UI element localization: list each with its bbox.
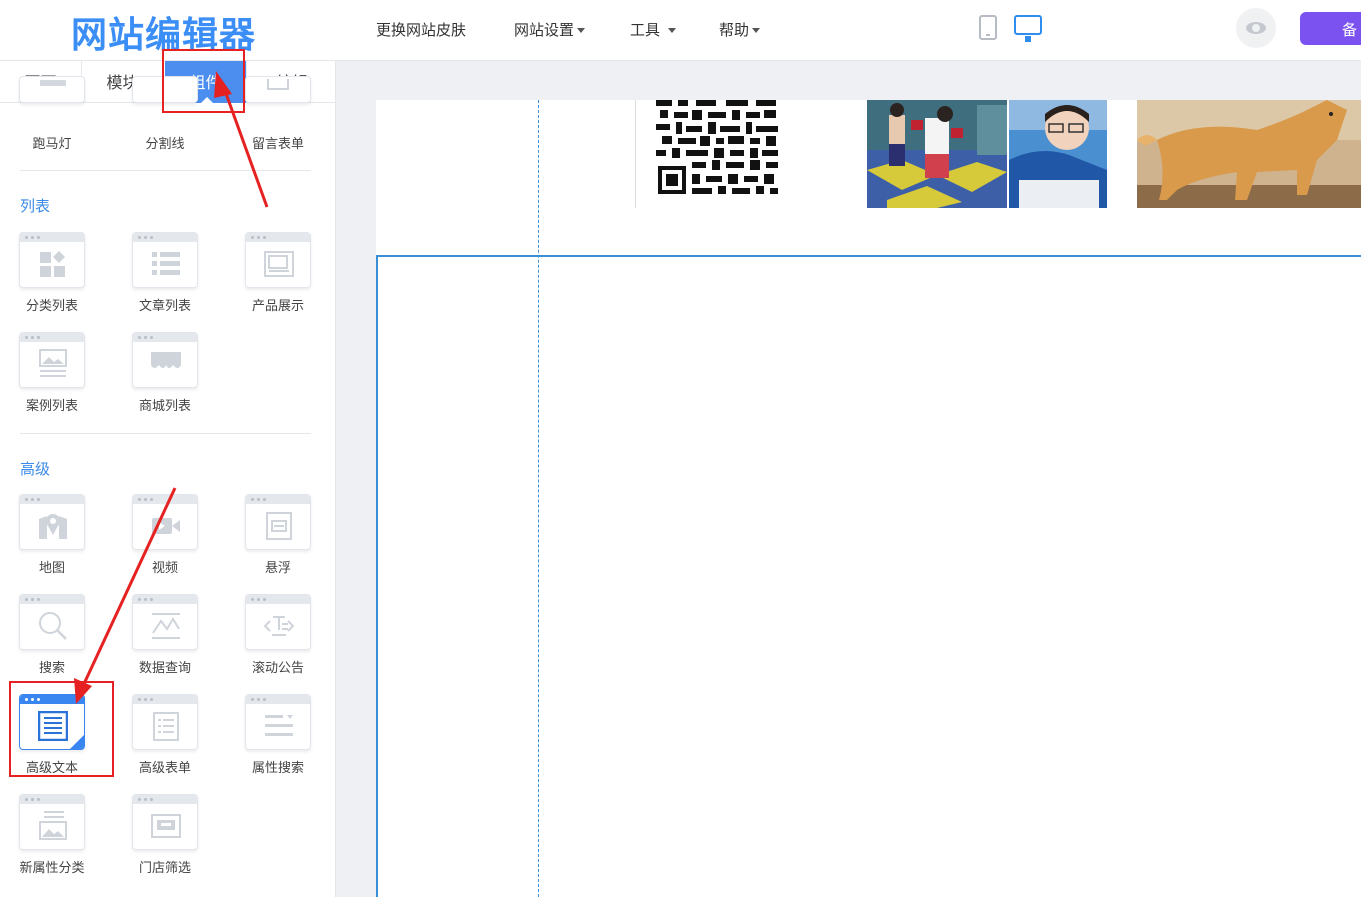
video-camera-icon (152, 518, 180, 534)
component-search[interactable]: 搜索 (0, 594, 96, 684)
component-category-list[interactable]: 分类列表 (0, 232, 96, 322)
preview-eye-icon[interactable] (1236, 8, 1276, 48)
nav-change-skin[interactable]: 更换网站皮肤 (376, 19, 466, 40)
boxing-training-photo (867, 100, 1007, 208)
component-article-list[interactable]: 文章列表 (113, 232, 209, 322)
chevron-down-icon (667, 28, 676, 33)
component-attribute-search[interactable]: 属性搜索 (226, 694, 322, 784)
component-float[interactable]: 悬浮 (226, 494, 322, 584)
nav-help[interactable]: 帮助 (719, 19, 761, 40)
annotation-box-components-tab (162, 49, 245, 113)
float-panel-icon (266, 512, 292, 540)
column-guide-line (538, 100, 539, 897)
article-list-icon (152, 252, 180, 275)
search-icon (39, 612, 67, 640)
student-portrait-photo (1009, 100, 1107, 208)
product-display-icon (264, 251, 294, 277)
case-image-icon (39, 349, 67, 377)
component-scroll-notice[interactable]: 滚动公告 (226, 594, 322, 684)
form-clipboard-icon (153, 712, 179, 741)
scroll-text-icon (264, 616, 294, 636)
nav-tools[interactable]: 工具 (630, 19, 676, 40)
component-store-filter[interactable]: 门店筛选 (113, 794, 209, 884)
desktop-view-icon[interactable] (1014, 15, 1042, 42)
component-marquee[interactable]: 跑马灯 (0, 76, 96, 176)
component-new-attribute-category[interactable]: 新属性分类 (0, 794, 96, 884)
editor-canvas[interactable] (376, 100, 1361, 897)
selected-empty-block[interactable] (376, 255, 1361, 897)
mobile-view-icon[interactable] (979, 15, 997, 40)
section-title-list: 列表 (20, 197, 51, 215)
qr-code-image (656, 100, 780, 195)
component-data-query[interactable]: 数据查询 (113, 594, 209, 684)
store-screen-icon (151, 814, 181, 838)
attribute-image-icon (39, 811, 67, 840)
component-advanced-form[interactable]: 高级表单 (113, 694, 209, 784)
component-product-display[interactable]: 产品展示 (226, 232, 322, 322)
data-chart-icon (152, 613, 180, 639)
component-map[interactable]: 地图 (0, 494, 96, 584)
chevron-down-icon (577, 28, 586, 33)
filter-lines-icon (265, 715, 293, 736)
category-grid-icon (40, 251, 65, 277)
golden-retriever-photo (1137, 100, 1361, 208)
component-case-list[interactable]: 案例列表 (0, 332, 96, 422)
content-block-top[interactable] (376, 100, 1361, 255)
shop-icon (151, 352, 181, 368)
map-icon (39, 514, 67, 539)
backup-button[interactable]: 备 (1300, 12, 1361, 45)
annotation-box-advanced-text (9, 681, 114, 777)
section-title-advanced: 高级 (20, 460, 51, 478)
chevron-down-icon (752, 28, 761, 33)
component-video[interactable]: 视频 (113, 494, 209, 584)
marquee-icon (40, 80, 66, 86)
edit-form-icon (267, 79, 289, 90)
component-shop-list[interactable]: 商城列表 (113, 332, 209, 422)
nav-site-settings[interactable]: 网站设置 (514, 19, 586, 40)
